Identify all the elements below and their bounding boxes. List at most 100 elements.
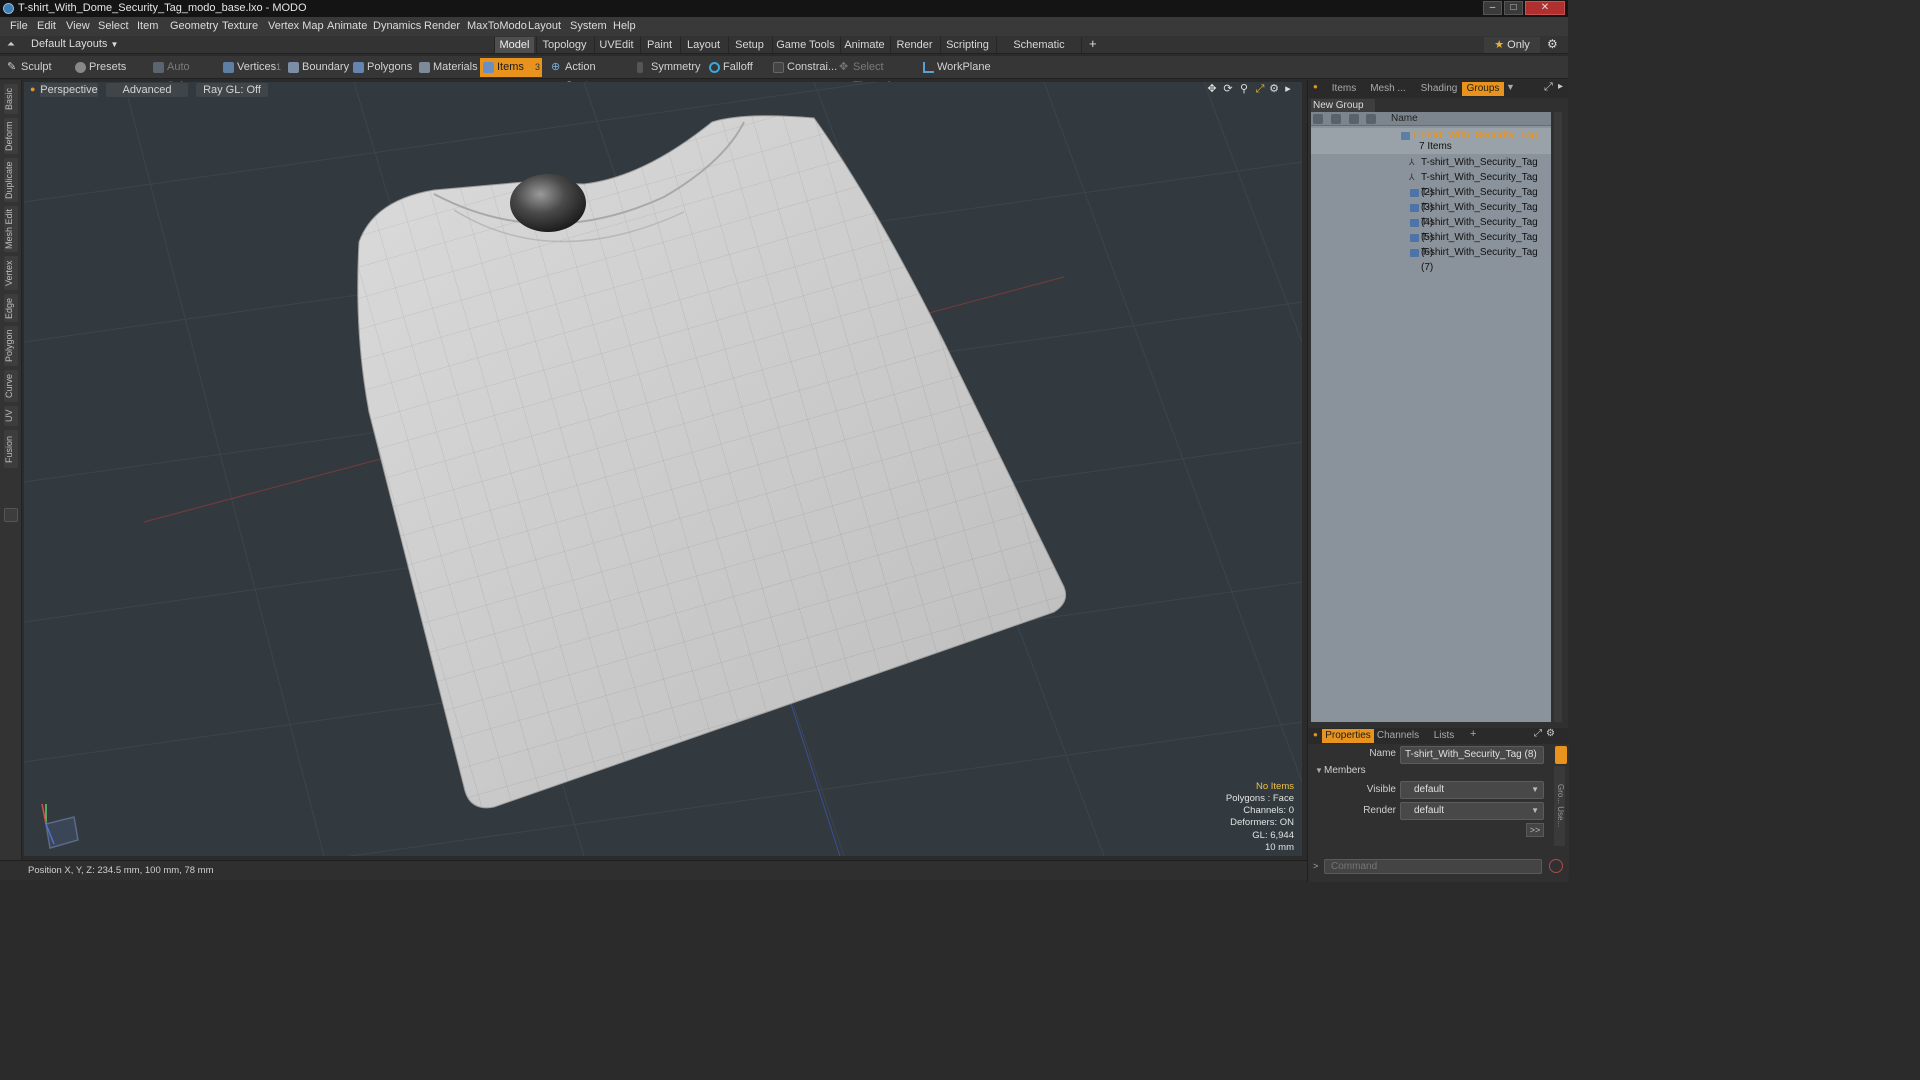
tab-shading[interactable]: Shading bbox=[1414, 82, 1464, 96]
tab-mesh[interactable]: Mesh ... bbox=[1366, 82, 1410, 96]
maximize-icon[interactable]: □ bbox=[1504, 1, 1523, 15]
tab-items[interactable]: Items bbox=[1326, 82, 1362, 96]
tab-paint[interactable]: Paint bbox=[640, 37, 678, 53]
left-tab-polygon[interactable]: Polygon bbox=[4, 326, 18, 366]
visible-dropdown[interactable]: default ▼ bbox=[1400, 781, 1544, 799]
left-tab-edge[interactable]: Edge bbox=[4, 294, 18, 322]
auto-select-button[interactable]: Auto Select bbox=[150, 58, 218, 92]
left-tab-mesh-edit[interactable]: Mesh Edit bbox=[4, 206, 18, 252]
fit-icon[interactable]: ⤢ bbox=[1254, 83, 1266, 95]
viewport-settings-icon[interactable]: ⚙ bbox=[1268, 83, 1280, 95]
new-group-button[interactable]: New Group bbox=[1311, 99, 1375, 112]
menu-help[interactable]: Help bbox=[613, 17, 636, 36]
render-dropdown[interactable]: default ▼ bbox=[1400, 802, 1544, 820]
side-tab-button[interactable] bbox=[1555, 746, 1567, 764]
groups-scrollbar[interactable] bbox=[1554, 112, 1562, 722]
viewport-expand-icon[interactable]: ▸ bbox=[1282, 83, 1294, 95]
list-item[interactable]: ⅄ T-shirt_With_Security_Tag (2) bbox=[1311, 170, 1551, 198]
list-item[interactable]: T-shirt_With_Security_Tag (7) bbox=[1311, 245, 1551, 273]
list-item[interactable]: T-shirt_With_Security_Tag (3) bbox=[1311, 185, 1551, 213]
menu-animate[interactable]: Animate bbox=[327, 17, 367, 36]
action-center-button[interactable]: ⊕Action Center bbox=[548, 58, 624, 92]
vertices-button[interactable]: Vertices 1 bbox=[220, 58, 282, 77]
pan-icon[interactable]: ✥ bbox=[1206, 83, 1218, 95]
collapse-arrow-icon[interactable]: ▼ bbox=[1315, 766, 1323, 775]
select-through-button[interactable]: ✥Select Through bbox=[836, 58, 916, 92]
tab-schematic-fusion[interactable]: Schematic Fusion bbox=[996, 37, 1082, 67]
left-tab-deform[interactable]: Deform bbox=[4, 118, 18, 154]
menu-item[interactable]: Item bbox=[137, 17, 158, 36]
left-tab-fusion[interactable]: Fusion bbox=[4, 430, 18, 468]
raygl-button[interactable]: Ray GL: Off bbox=[196, 83, 268, 97]
side-tabs[interactable]: Gro... Use... bbox=[1554, 766, 1565, 846]
group-row[interactable]: T-shirt_With_Security_Tag 7 Items bbox=[1311, 128, 1551, 154]
list-item[interactable]: T-shirt_With_Security_Tag (4) bbox=[1311, 200, 1551, 228]
render-column-icon[interactable] bbox=[1331, 114, 1341, 124]
menu-edit[interactable]: Edit bbox=[37, 17, 56, 36]
presets-button[interactable]: Presets bbox=[72, 58, 138, 77]
tab-channels[interactable]: Channels bbox=[1376, 729, 1420, 743]
menu-select[interactable]: Select bbox=[98, 17, 129, 36]
falloff-button[interactable]: Falloff bbox=[706, 58, 760, 77]
panel-dropdown-icon[interactable]: ▼ bbox=[1506, 82, 1515, 92]
gear-icon[interactable]: ⚙ bbox=[1547, 36, 1558, 53]
sculpt-button[interactable]: ✎ Sculpt bbox=[4, 58, 68, 77]
left-tab-curve[interactable]: Curve bbox=[4, 370, 18, 402]
view-mode-button[interactable]: Perspective bbox=[40, 83, 98, 97]
left-tab-vertex[interactable]: Vertex bbox=[4, 256, 18, 290]
minimize-icon[interactable]: – bbox=[1483, 1, 1502, 15]
properties-expand-icon[interactable]: ⤢ bbox=[1534, 728, 1542, 739]
tab-layout[interactable]: Layout bbox=[680, 37, 726, 53]
materials-button[interactable]: Materials bbox=[416, 58, 478, 77]
left-tab-uv[interactable]: UV bbox=[4, 406, 18, 426]
menu-geometry[interactable]: Geometry bbox=[170, 17, 218, 36]
record-icon[interactable] bbox=[1549, 859, 1563, 873]
tab-setup[interactable]: Setup bbox=[728, 37, 770, 53]
polygons-button[interactable]: Polygons bbox=[350, 58, 412, 77]
left-panel-toggle[interactable] bbox=[4, 508, 18, 522]
tab-game-tools[interactable]: Game Tools bbox=[772, 37, 838, 53]
items-button[interactable]: Items 3 bbox=[480, 58, 542, 77]
layout-toggle-icon[interactable]: ⏶ bbox=[7, 36, 15, 53]
menu-layout[interactable]: Layout bbox=[528, 17, 561, 36]
layouts-dropdown[interactable]: Default Layouts ▼ bbox=[31, 36, 118, 53]
zoom-icon[interactable]: ⚲ bbox=[1238, 83, 1250, 95]
menu-render[interactable]: Render bbox=[424, 17, 460, 36]
shading-mode-button[interactable]: Advanced bbox=[106, 83, 188, 97]
select-column-icon[interactable] bbox=[1366, 114, 1376, 124]
menu-vertex-map[interactable]: Vertex Map bbox=[268, 17, 324, 36]
tab-scripting[interactable]: Scripting bbox=[940, 37, 994, 53]
tab-topology[interactable]: Topology bbox=[536, 37, 592, 53]
panel-menu-icon[interactable]: ● bbox=[1313, 82, 1318, 91]
add-tab-icon[interactable]: + bbox=[1089, 36, 1097, 52]
symmetry-button[interactable]: Symmetry bbox=[634, 58, 701, 77]
menu-system[interactable]: System bbox=[570, 17, 607, 36]
lock-column-icon[interactable] bbox=[1349, 114, 1359, 124]
tab-groups[interactable]: Groups bbox=[1462, 82, 1504, 96]
boundary-button[interactable]: Boundary bbox=[285, 58, 349, 77]
tab-properties[interactable]: Properties bbox=[1322, 729, 1374, 743]
close-icon[interactable]: ✕ bbox=[1525, 1, 1565, 15]
only-button[interactable]: ★ Only bbox=[1484, 37, 1540, 53]
tab-lists[interactable]: Lists bbox=[1424, 729, 1464, 743]
tab-uvedit[interactable]: UVEdit bbox=[594, 37, 638, 53]
add-tab-icon[interactable]: + bbox=[1470, 728, 1476, 740]
tab-animate[interactable]: Animate bbox=[840, 37, 888, 53]
visibility-column-icon[interactable] bbox=[1313, 114, 1323, 124]
left-tab-basic[interactable]: Basic bbox=[4, 84, 18, 114]
menu-maxtomodo[interactable]: MaxToModo bbox=[467, 17, 527, 36]
panel-expand-icon[interactable]: ⤢ bbox=[1544, 81, 1553, 94]
menu-texture[interactable]: Texture bbox=[222, 17, 258, 36]
list-item[interactable]: ⅄ T-shirt_With_Security_Tag bbox=[1311, 155, 1551, 170]
rotate-icon[interactable]: ⟳ bbox=[1222, 83, 1234, 95]
workplane-button[interactable]: WorkPlane bbox=[920, 58, 991, 77]
menu-view[interactable]: View bbox=[66, 17, 90, 36]
tab-render[interactable]: Render bbox=[890, 37, 938, 53]
panel-more-icon[interactable]: ▸ bbox=[1558, 81, 1563, 92]
left-tab-duplicate[interactable]: Duplicate bbox=[4, 158, 18, 202]
list-item[interactable]: T-shirt_With_Security_Tag (6) bbox=[1311, 230, 1551, 258]
expand-button[interactable]: >> bbox=[1526, 823, 1544, 837]
command-input[interactable] bbox=[1324, 859, 1542, 874]
3d-viewport[interactable]: ● Perspective Advanced Ray GL: Off ✥ ⟳ ⚲… bbox=[24, 82, 1302, 856]
constraints-button[interactable]: Constrai... bbox=[770, 58, 837, 77]
